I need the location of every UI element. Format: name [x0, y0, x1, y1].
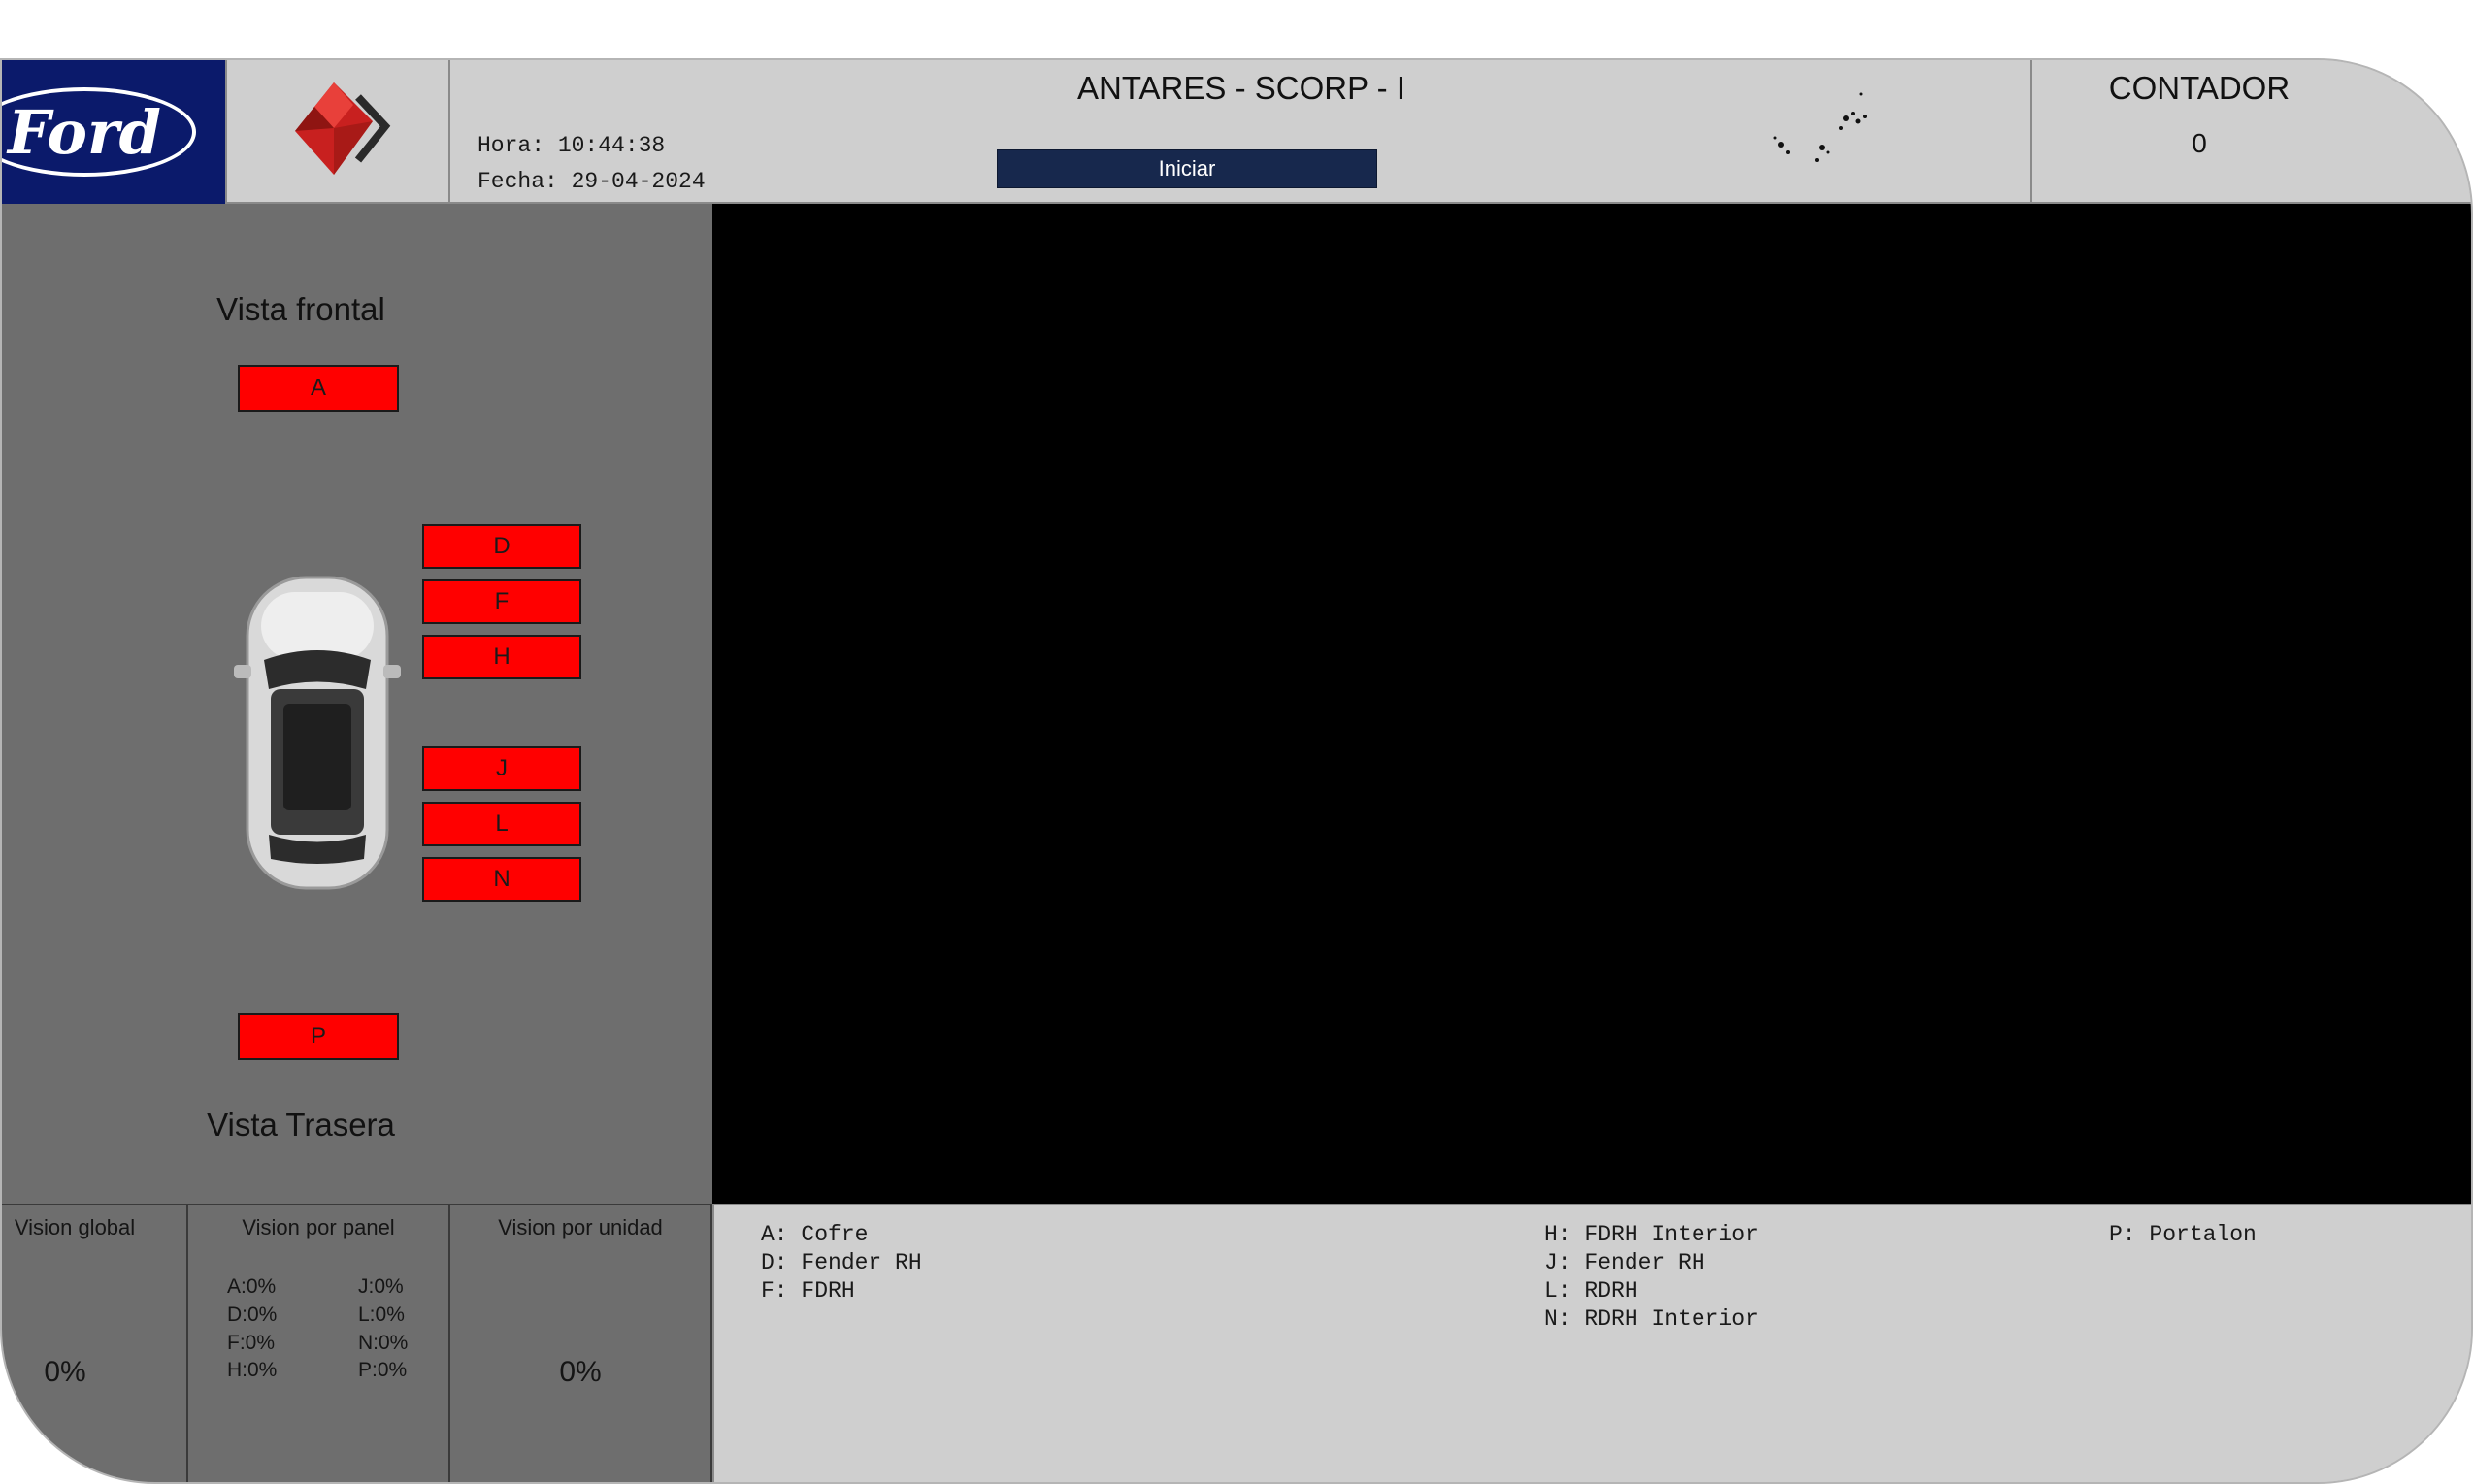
legend-item: F: FDRH: [761, 1278, 855, 1303]
ford-logo-panel: Ford: [2, 60, 227, 204]
panel-value-j: J:0%: [358, 1275, 404, 1298]
unit-vision-title: Vision por unidad: [498, 1215, 663, 1239]
legend-item: L: RDRH: [1544, 1278, 1638, 1303]
panel-value-h: H:0%: [227, 1359, 278, 1381]
date-label: Fecha: 29-04-2024: [478, 169, 706, 194]
global-vision-column: Vision global 0%: [2, 1205, 188, 1482]
legend-column-1: A: Cofre D: Fender RH F: FDRH: [761, 1221, 922, 1305]
zone-p-button[interactable]: P: [238, 1013, 399, 1060]
counter-panel: CONTADOR 0: [2030, 60, 2471, 204]
vehicle-zone-panel: Vista frontal A D F H J L N P Vista Tras…: [2, 204, 712, 1204]
rear-view-label: Vista Trasera: [207, 1106, 395, 1142]
panel-value-n: N:0%: [358, 1332, 409, 1354]
scatter-activity-icon: [1773, 92, 1867, 162]
header-bar: Ford Hora: 10:44:38 Fecha: 29-04-2024 ANT…: [2, 60, 2471, 204]
company-logo-panel: [227, 60, 450, 204]
diamond-logo-icon: [295, 82, 391, 175]
legend-item: A: Cofre: [761, 1222, 869, 1247]
panel-vision-title: Vision por panel: [242, 1215, 395, 1239]
zone-h-button[interactable]: H: [422, 635, 581, 679]
global-vision-value: 0%: [44, 1356, 86, 1388]
zone-l-button[interactable]: L: [422, 802, 581, 846]
front-view-label: Vista frontal: [216, 291, 385, 327]
panel-value-p: P:0%: [358, 1359, 408, 1381]
legend-item: N: RDRH Interior: [1544, 1306, 1759, 1332]
ford-logo-text: Ford: [8, 96, 161, 168]
app-window: Ford Hora: 10:44:38 Fecha: 29-04-2024 ANT…: [0, 58, 2473, 1484]
zone-f-button[interactable]: F: [422, 579, 581, 624]
zone-d-button[interactable]: D: [422, 524, 581, 569]
counter-label: CONTADOR: [2108, 70, 2291, 106]
global-vision-title: Vision global: [14, 1215, 136, 1239]
panel-value-l: L:0%: [358, 1303, 405, 1326]
counter-value: 0: [2192, 128, 2207, 158]
panel-value-d: D:0%: [227, 1303, 278, 1326]
legend-column-2: H: FDRH Interior J: Fender RH L: RDRH N:…: [1544, 1221, 1759, 1334]
zone-n-button[interactable]: N: [422, 857, 581, 902]
unit-vision-column: Vision por unidad 0%: [450, 1205, 712, 1482]
start-button[interactable]: Iniciar: [997, 149, 1377, 188]
legend-item: P: Portalon: [2109, 1222, 2257, 1247]
panel-vision-column: Vision por panel A:0% D:0% F:0% H:0% J:0…: [188, 1205, 450, 1482]
zone-legend: A: Cofre D: Fender RH F: FDRH H: FDRH In…: [712, 1204, 2471, 1482]
panel-value-a: A:0%: [227, 1275, 277, 1298]
panel-value-f: F:0%: [227, 1332, 276, 1354]
car-top-view-image: [234, 576, 401, 890]
legend-item: H: FDRH Interior: [1544, 1222, 1759, 1247]
zone-j-button[interactable]: J: [422, 746, 581, 791]
zone-a-button[interactable]: A: [238, 365, 399, 412]
clock-readout: Hora: 10:44:38 Fecha: 29-04-2024: [478, 128, 706, 200]
legend-column-3: P: Portalon: [2109, 1221, 2257, 1249]
camera-feed: [712, 204, 2471, 1204]
legend-item: D: Fender RH: [761, 1250, 922, 1275]
vision-stats-panel: Vision global 0% Vision por panel A:0% D…: [2, 1204, 712, 1482]
unit-vision-value: 0%: [559, 1356, 602, 1388]
time-label: Hora: 10:44:38: [478, 133, 666, 158]
legend-item: J: Fender RH: [1544, 1250, 1705, 1275]
ford-logo: Ford: [2, 87, 196, 177]
